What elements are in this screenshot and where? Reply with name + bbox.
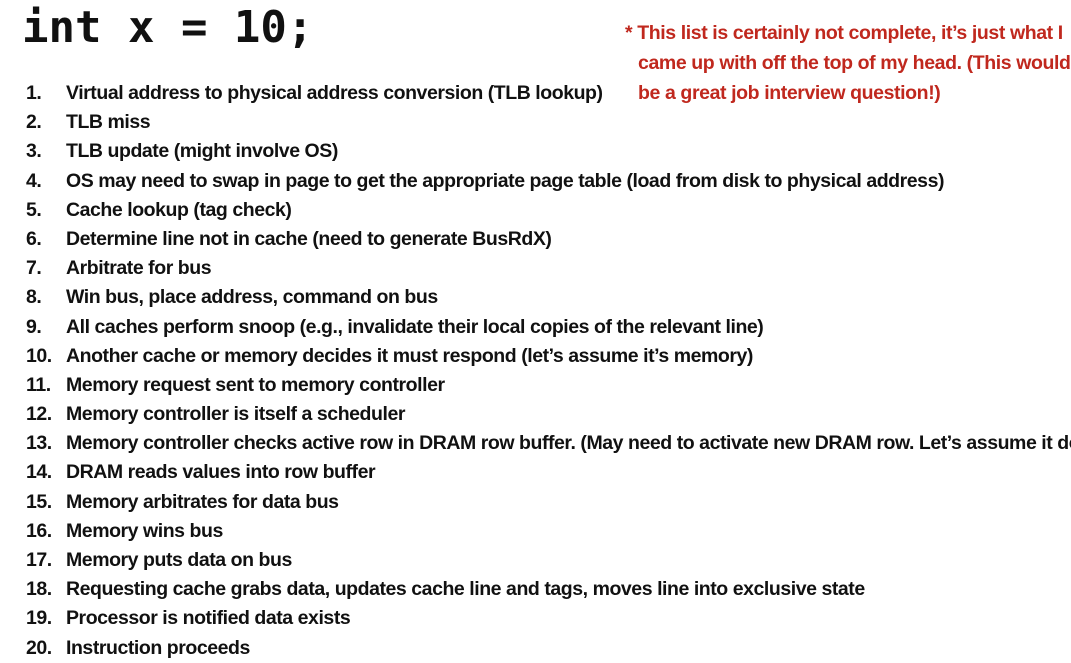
list-item: 16. Memory wins bus <box>26 517 1071 546</box>
list-item: 8. Win bus, place address, command on bus <box>26 283 1071 312</box>
step-number: 15. <box>26 490 52 513</box>
step-text: Win bus, place address, command on bus <box>66 286 438 309</box>
note-line: came up with off the top of my head. (Th… <box>638 52 1071 74</box>
step-number: 7. <box>26 257 42 280</box>
step-text: Arbitrate for bus <box>66 257 212 280</box>
code-title: int x = 10; <box>22 2 314 53</box>
step-text: All caches perform snoop (e.g., invalida… <box>66 315 764 338</box>
step-number: 9. <box>26 315 42 338</box>
step-number: 10. <box>26 344 52 367</box>
step-number: 17. <box>26 549 52 571</box>
step-text: Memory controller is itself a scheduler <box>66 403 405 426</box>
step-text: Cache lookup (tag check) <box>66 198 292 221</box>
list-item: 20. Instruction proceeds <box>26 634 1071 663</box>
step-number: 16. <box>26 519 52 542</box>
step-number: 18. <box>26 578 52 601</box>
step-text: Processor is notified data exists <box>66 607 351 630</box>
step-number: 2. <box>26 111 42 134</box>
step-text: Memory arbitrates for data bus <box>66 490 339 513</box>
step-text: Instruction proceeds <box>66 636 250 659</box>
list-item: 18. Requesting cache grabs data, updates … <box>26 575 1071 604</box>
list-item: 1. Virtual address to physical address co… <box>26 79 1071 108</box>
note-line: * This list is certainly not complete, i… <box>625 22 1063 44</box>
step-number: 1. <box>26 82 42 104</box>
step-text: Requesting cache grabs data, updates cac… <box>66 578 865 601</box>
step-number: 6. <box>26 227 42 250</box>
step-text: TLB miss <box>66 111 151 134</box>
list-item: 11. Memory request sent to memory control… <box>26 371 1071 400</box>
list-item: 13. Memory controller checks active row i… <box>26 429 1071 458</box>
step-number: 4. <box>26 169 42 192</box>
list-item: 15. Memory arbitrates for data bus <box>26 488 1071 517</box>
list-item: 7. Arbitrate for bus <box>26 254 1071 283</box>
step-text: Determine line not in cache (need to gen… <box>66 227 552 250</box>
list-item: 2. TLB miss <box>26 108 1071 137</box>
step-text: DRAM reads values into row buffer <box>66 461 376 484</box>
list-item: 9. All caches perform snoop (e.g., invali… <box>26 313 1071 342</box>
step-number: 20. <box>26 636 52 659</box>
list-item: 6. Determine line not in cache (need to g… <box>26 225 1071 254</box>
list-item: 19. Processor is notified data exists <box>26 604 1071 633</box>
step-number: 19. <box>26 607 52 630</box>
list-item: 14. DRAM reads values into row buffer <box>26 458 1071 487</box>
step-text: Memory puts data on bus <box>66 549 292 571</box>
list-item: 5. Cache lookup (tag check) <box>26 196 1071 225</box>
step-number: 3. <box>26 140 42 163</box>
step-number: 13. <box>26 432 52 455</box>
list-item: 17. Memory puts data on bus <box>26 546 1071 575</box>
step-number: 8. <box>26 286 42 309</box>
step-text: Memory controller checks active row in D… <box>66 432 1071 455</box>
step-text: TLB update (might involve OS) <box>66 140 338 163</box>
list-item: 12. Memory controller is itself a schedul… <box>26 400 1071 429</box>
list-item: 4. OS may need to swap in page to get the… <box>26 167 1071 196</box>
list-item: 3. TLB update (might involve OS) <box>26 137 1071 166</box>
list-item: 10. Another cache or memory decides it mu… <box>26 342 1071 371</box>
step-text: Another cache or memory decides it must … <box>66 344 753 367</box>
step-text: OS may need to swap in page to get the a… <box>66 169 945 192</box>
steps-list: 1. Virtual address to physical address co… <box>26 79 1071 663</box>
step-number: 14. <box>26 461 52 484</box>
step-number: 11. <box>26 373 51 396</box>
step-text: Memory request sent to memory controller <box>66 373 445 396</box>
step-text: Virtual address to physical address conv… <box>66 82 603 104</box>
step-number: 12. <box>26 403 52 426</box>
step-text: Memory wins bus <box>66 519 223 542</box>
step-number: 5. <box>26 198 42 221</box>
